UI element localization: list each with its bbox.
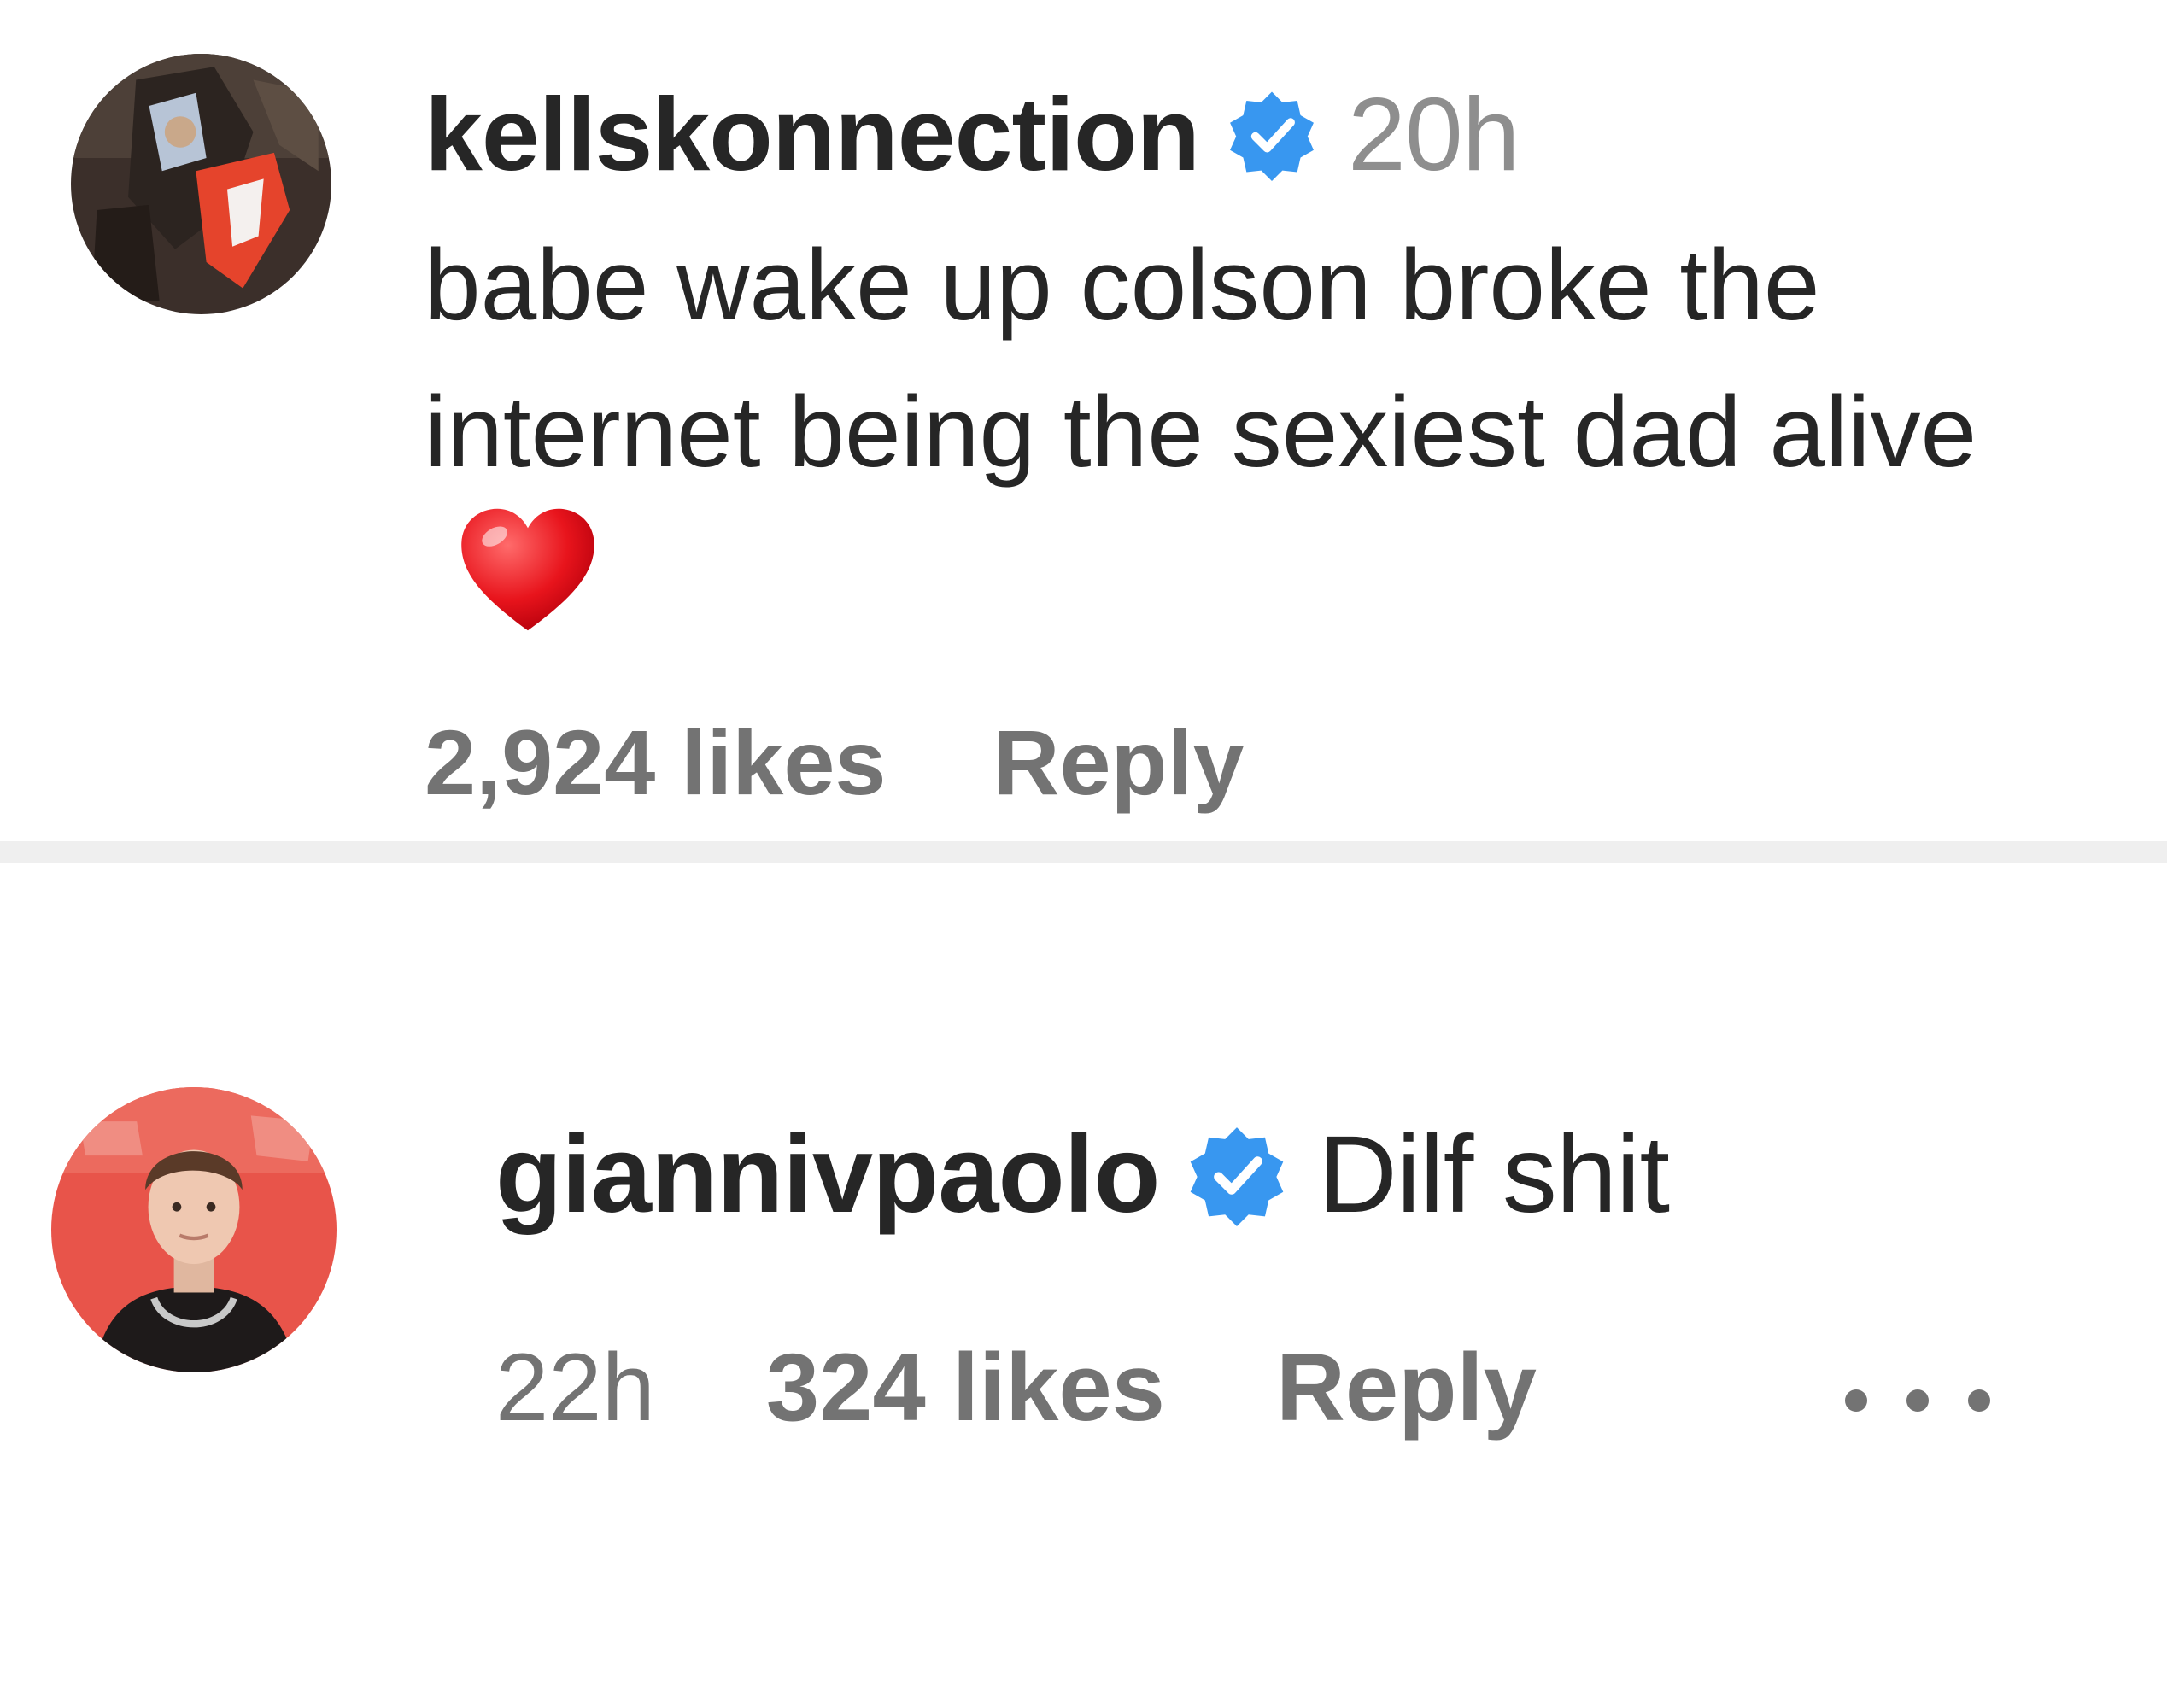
comment-giannivpaolo: giannivpaolo Dilf shit 22h 324 likes Rep… xyxy=(0,863,2167,1708)
like-count[interactable]: 2,924 likes xyxy=(425,709,886,816)
comment-meta: 22h 324 likes Reply xyxy=(495,1332,1537,1442)
comment-kellskonnection: kellskonnection 20h babe wake up colson … xyxy=(0,0,2167,841)
comment-text-content: babe wake up colson broke the internet b… xyxy=(425,229,1977,488)
more-options-icon[interactable] xyxy=(1845,1375,1990,1426)
red-heart-icon xyxy=(459,506,597,634)
dot xyxy=(1968,1389,1990,1412)
avatar-giannivpaolo[interactable] xyxy=(51,1087,337,1372)
verified-badge-icon xyxy=(1225,87,1319,181)
comment-time: 20h xyxy=(1348,76,1520,192)
avatar-image xyxy=(71,54,331,314)
reply-button[interactable]: Reply xyxy=(993,709,1244,816)
comment-header: giannivpaolo Dilf shit xyxy=(495,1110,1670,1238)
comment-text-content: Dilf shit xyxy=(1318,1113,1670,1236)
like-count[interactable]: 324 likes xyxy=(766,1332,1165,1442)
divider xyxy=(0,841,2167,863)
comment-header: kellskonnection 20h xyxy=(425,70,1520,198)
comment-time: 22h xyxy=(495,1334,655,1441)
dot xyxy=(1845,1389,1867,1412)
verified-badge-icon xyxy=(1185,1122,1289,1226)
username[interactable]: giannivpaolo xyxy=(495,1112,1160,1237)
avatar-kellskonnection[interactable] xyxy=(71,54,331,314)
avatar-image xyxy=(51,1087,337,1372)
username[interactable]: kellskonnection xyxy=(425,74,1200,194)
comment-text: babe wake up colson broke the internet b… xyxy=(425,212,2116,658)
dot xyxy=(1906,1389,1929,1412)
reply-button[interactable]: Reply xyxy=(1276,1332,1537,1442)
comment-meta: 2,924 likes Reply xyxy=(425,709,1245,816)
